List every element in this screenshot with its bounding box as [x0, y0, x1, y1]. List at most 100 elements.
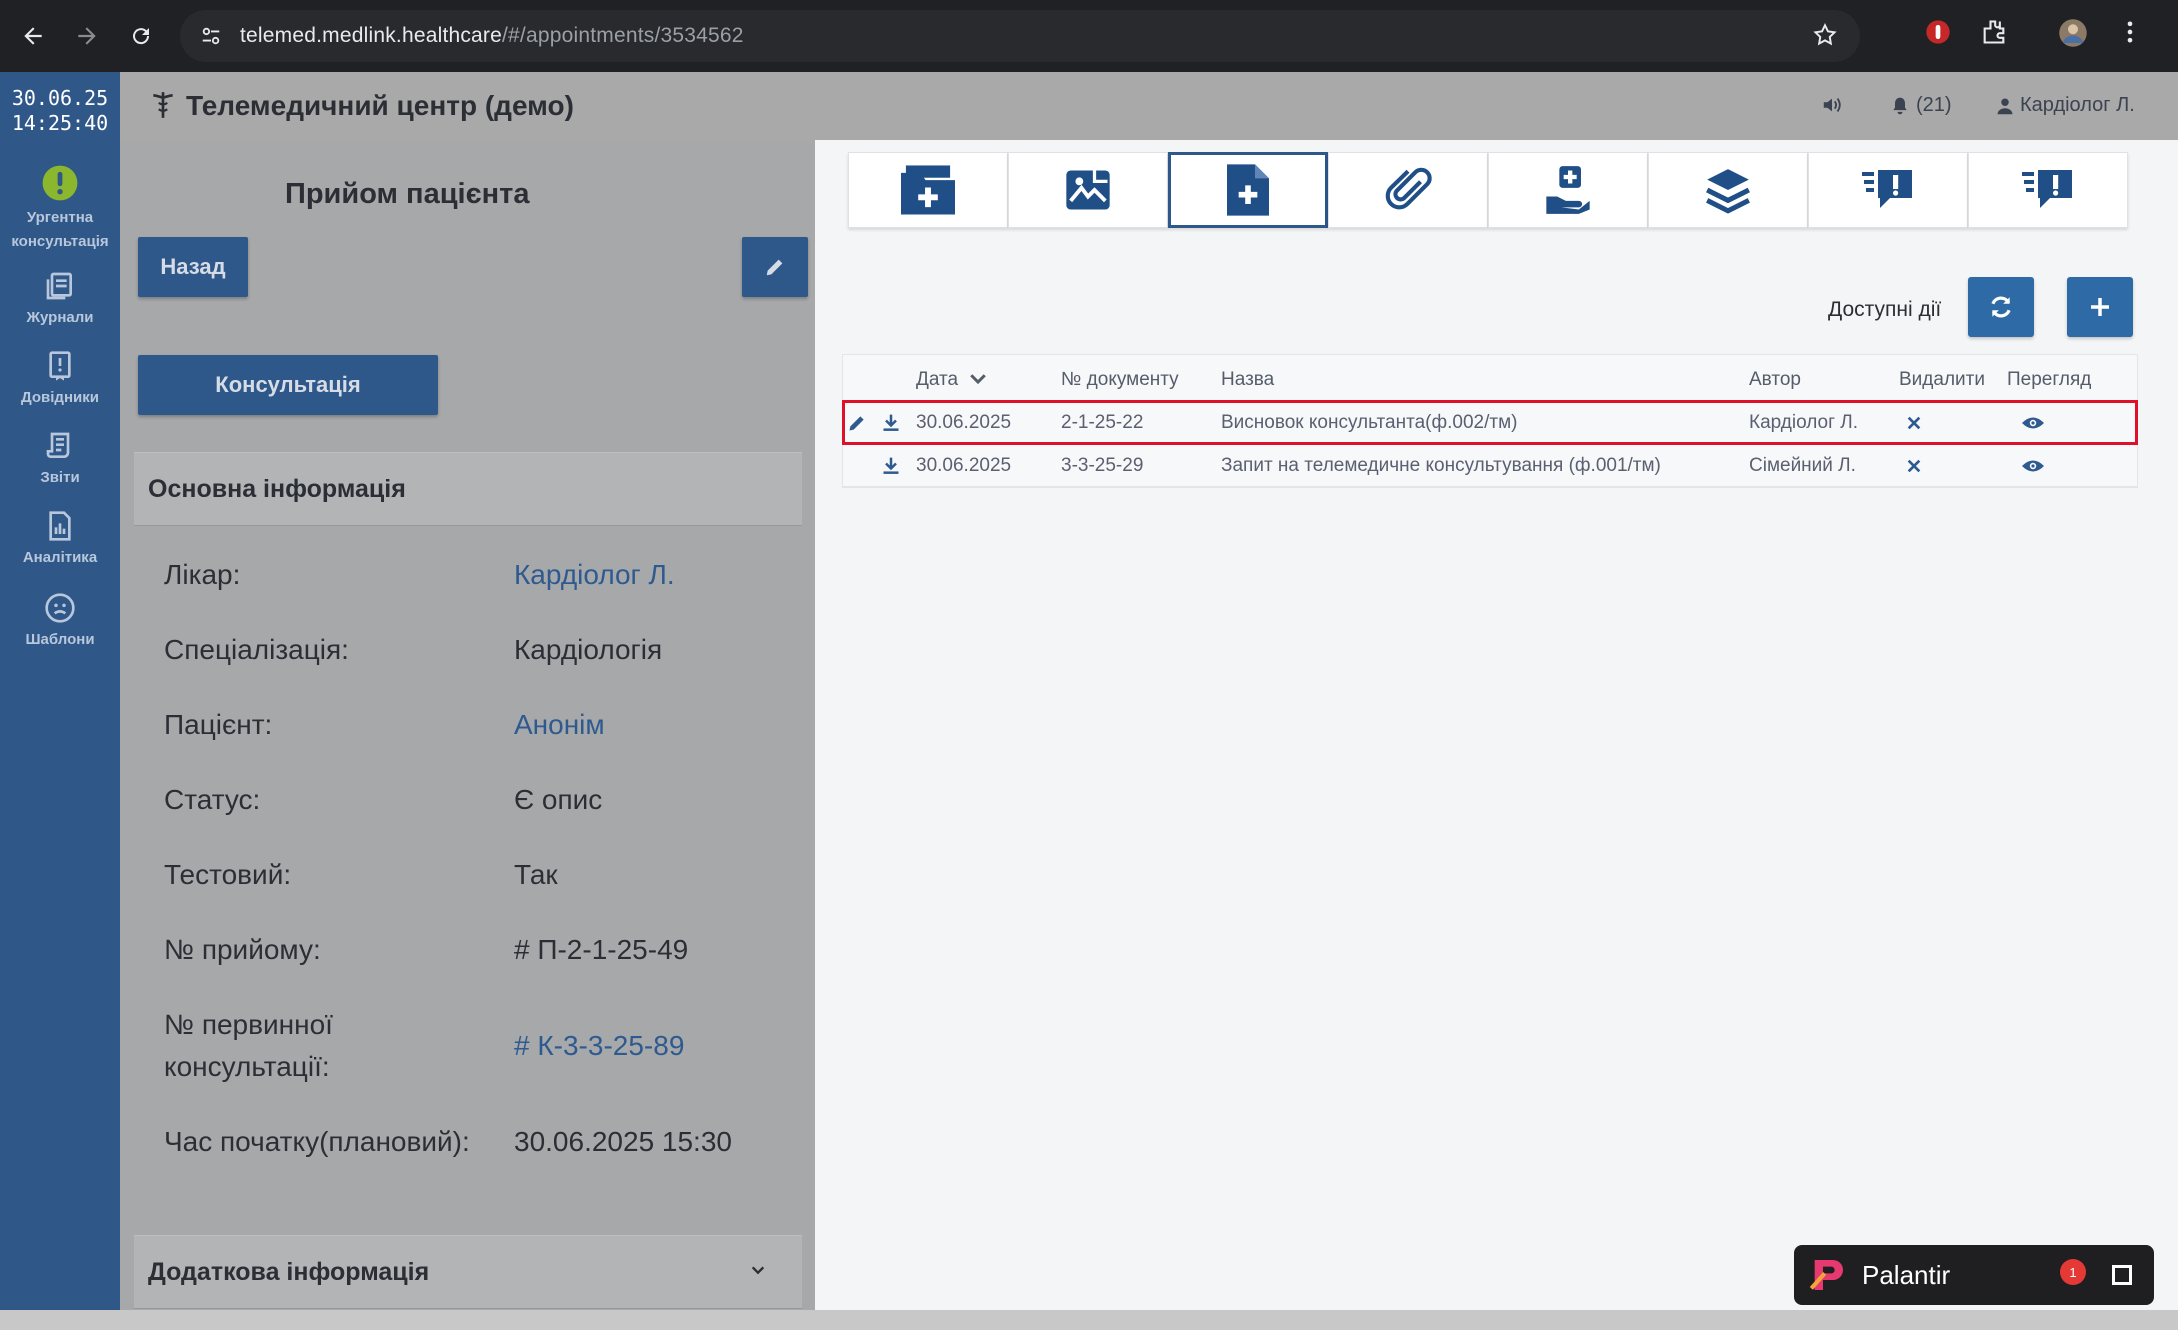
table-row[interactable]: 30.06.2025 2-1-25-22 Висновок консультан… — [842, 400, 2138, 447]
palantir-widget[interactable]: Palantir 1 — [1794, 1245, 2154, 1305]
tab-attachments[interactable] — [1328, 152, 1488, 228]
site-settings-icon[interactable] — [200, 25, 222, 47]
add-document-button[interactable] — [2067, 277, 2133, 337]
field-label: Лікар: — [164, 559, 241, 590]
caduceus-logo-icon — [150, 90, 176, 125]
column-header-date[interactable]: Дата — [916, 355, 987, 405]
sidebar-item-urgent[interactable]: Ургентна консультація — [0, 164, 120, 254]
main-info-body: Лікар: Кардіолог Л. Спеціалізація: Карді… — [134, 526, 802, 1157]
cell-number: 3-3-25-29 — [1061, 455, 1144, 476]
address-bar[interactable]: telemed.medlink.healthcare/#/appointment… — [180, 10, 1860, 62]
sidebar-item-templates[interactable]: Шаблони — [0, 592, 120, 652]
primary-consultation-link[interactable]: # К-3-3-25-89 — [514, 1025, 684, 1067]
chevron-down-icon[interactable] — [750, 1256, 766, 1285]
consultation-button[interactable]: Консультація — [138, 355, 438, 415]
main-info-header[interactable]: Основна інформація — [134, 452, 802, 526]
notifications-button[interactable]: (21) — [1890, 94, 1952, 117]
smiley-face-icon — [45, 593, 75, 623]
message-alert-icon — [1862, 170, 1912, 208]
bell-icon — [1893, 97, 1907, 114]
paperclip-icon — [1385, 167, 1432, 210]
delete-x-icon[interactable] — [1906, 401, 1922, 447]
exclamation-circle-icon — [42, 165, 78, 201]
sidebar-item-label: Шаблони — [25, 631, 95, 648]
back-arrow-icon[interactable] — [6, 9, 60, 63]
view-eye-icon[interactable] — [2021, 444, 2045, 491]
download-icon[interactable] — [881, 444, 901, 492]
cell-author: Кардіолог Л. — [1749, 412, 1859, 433]
back-button[interactable]: Назад — [138, 237, 248, 297]
sidebar-item-journals[interactable]: Журнали — [0, 270, 120, 330]
folder-plus-icon — [901, 165, 955, 215]
browser-toolbar: telemed.medlink.healthcare/#/appointment… — [0, 0, 2178, 72]
user-menu[interactable]: Кардіолог Л. — [1996, 94, 2135, 117]
download-icon[interactable] — [881, 401, 901, 449]
doctor-link[interactable]: Кардіолог Л. — [514, 554, 675, 596]
clock-date: 30.06.25 — [11, 86, 109, 110]
field-label: Пацієнт: — [164, 709, 273, 740]
browser-menu-icon[interactable] — [2116, 18, 2144, 51]
pencil-icon — [766, 259, 783, 276]
sound-toggle[interactable] — [1820, 94, 1844, 116]
cell-author: Сімейний Л. — [1749, 455, 1856, 476]
documents-panel: Доступні дії Дата № документу Назва Авто… — [815, 140, 2178, 1325]
extensions-puzzle-icon[interactable] — [1980, 18, 2008, 51]
cell-name: Запит на телемедичне консультування (ф.0… — [1221, 455, 1661, 476]
field-label: Час початку(плановий): — [164, 1126, 470, 1157]
column-header-name: Назва — [1221, 369, 1275, 390]
appointment-panel: Назад Прийом пацієнта Консультація Основ… — [120, 142, 815, 1310]
message-alert-icon — [2022, 170, 2072, 208]
cell-date: 30.06.2025 — [916, 455, 1012, 476]
edit-appointment-button[interactable] — [742, 237, 808, 297]
maximize-square-icon[interactable] — [2112, 1265, 2132, 1285]
sidebar-item-reports[interactable]: Звіти — [0, 430, 120, 490]
user-icon — [1997, 98, 2013, 114]
column-header-label: Дата — [916, 369, 959, 390]
column-header-author: Автор — [1749, 369, 1801, 390]
tab-documents[interactable] — [1168, 152, 1328, 228]
sidebar-item-label: Аналітика — [22, 549, 98, 566]
tab-medical-images[interactable] — [1008, 152, 1168, 228]
plus-icon — [2091, 298, 2109, 316]
clock-time: 14:25:40 — [11, 111, 109, 135]
extension-shield-icon[interactable] — [1924, 18, 1952, 51]
documents-table: Дата № документу Назва Автор Видалити Пе… — [842, 354, 2138, 488]
tab-urgent-messages[interactable] — [1808, 152, 1968, 228]
extra-info-title: Додаткова інформація — [148, 1257, 430, 1286]
extra-info-header[interactable]: Додаткова інформація — [134, 1235, 802, 1309]
hand-medical-icon — [1546, 166, 1590, 214]
sidebar: 30.06.25 14:25:40 Ургентна консультація … — [0, 72, 120, 1310]
sidebar-item-label: Ургентна консультація — [11, 209, 109, 250]
reload-icon[interactable] — [114, 9, 168, 63]
tab-layers[interactable] — [1648, 152, 1808, 228]
view-eye-icon[interactable] — [2021, 401, 2045, 448]
layers-icon — [1706, 169, 1750, 214]
delete-x-icon[interactable] — [1906, 444, 1922, 490]
bottom-strip — [0, 1310, 2178, 1330]
field-label: Тестовий: — [164, 859, 292, 890]
tab-medical-care[interactable] — [1488, 152, 1648, 228]
planned-start-value: 30.06.2025 15:30 — [514, 1126, 732, 1157]
table-row[interactable]: 30.06.2025 3-3-25-29 Запит на телемедичн… — [843, 444, 2137, 487]
profile-avatar-icon[interactable] — [2058, 18, 2088, 53]
sidebar-item-directories[interactable]: Довідники — [0, 350, 120, 410]
tab-alerts[interactable] — [1968, 152, 2128, 228]
cell-date: 30.06.2025 — [916, 412, 1012, 433]
medical-image-icon — [1066, 170, 1110, 210]
column-header-number: № документу — [1061, 369, 1179, 390]
pencil-icon[interactable] — [847, 401, 867, 449]
field-label: № прийому: — [164, 934, 321, 965]
sidebar-item-analytics[interactable]: Аналітика — [0, 510, 120, 570]
app-title[interactable]: Телемедичний центр (демо) — [186, 90, 574, 122]
sidebar-item-label: Довідники — [21, 389, 99, 406]
bookmark-star-icon[interactable] — [1812, 22, 1838, 53]
field-label: № первинної консультації: — [164, 1009, 333, 1082]
forward-arrow-icon[interactable] — [60, 9, 114, 63]
patient-link[interactable]: Анонім — [514, 704, 605, 746]
table-header-row: Дата № документу Назва Автор Видалити Пе… — [843, 355, 2137, 401]
clock: 30.06.25 14:25:40 — [0, 86, 120, 136]
refresh-button[interactable] — [1968, 277, 2034, 337]
sidebar-item-label: Журнали — [26, 309, 94, 326]
tab-medical-folder[interactable] — [848, 152, 1008, 228]
user-name: Кардіолог Л. — [2020, 94, 2135, 116]
